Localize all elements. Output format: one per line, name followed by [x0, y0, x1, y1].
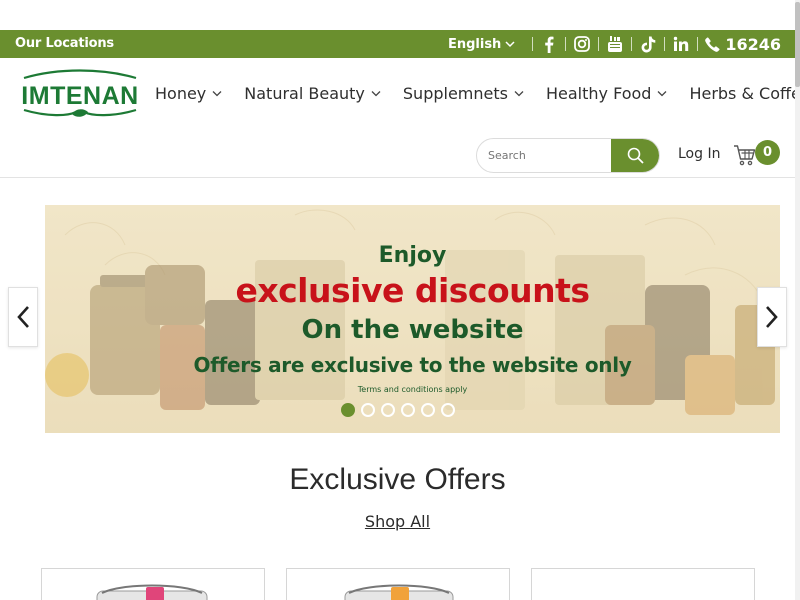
phone-number: 16246: [725, 34, 781, 54]
chevron-down-icon: [212, 91, 222, 97]
hero-line-offers: Offers are exclusive to the website only: [193, 353, 632, 377]
search-input[interactable]: [477, 139, 613, 172]
carousel-next-button[interactable]: [757, 287, 787, 347]
divider: [631, 37, 633, 51]
section-title: Exclusive Offers: [289, 463, 506, 496]
carousel-dot[interactable]: [381, 403, 395, 417]
tiktok-icon[interactable]: [639, 35, 657, 53]
chevron-down-icon: [657, 91, 667, 97]
hero-line-enjoy: Enjoy: [378, 243, 447, 268]
nav-item-honey[interactable]: Honey: [155, 84, 222, 103]
phone-icon: [705, 36, 720, 52]
chevron-left-icon: [17, 306, 29, 328]
linkedin-icon[interactable]: [672, 35, 690, 53]
instagram-icon[interactable]: [573, 35, 591, 53]
nav-item-label: Honey: [155, 84, 207, 103]
header-divider: [0, 177, 795, 178]
our-locations-link[interactable]: Our Locations: [15, 36, 114, 51]
language-label: English: [447, 36, 502, 52]
cart-count-badge: 0: [755, 140, 780, 165]
carousel-dot[interactable]: [401, 403, 415, 417]
carousel-prev-button[interactable]: [8, 287, 38, 347]
hero-line-discounts: exclusive discounts: [235, 271, 590, 310]
search-bar: [476, 138, 660, 173]
phone-link[interactable]: 16246: [705, 35, 781, 54]
top-bar-right: English 16246: [448, 30, 781, 58]
youtube-icon[interactable]: [606, 35, 624, 53]
carousel-dot[interactable]: [361, 403, 375, 417]
divider: [697, 37, 699, 51]
carousel-dot[interactable]: [441, 403, 455, 417]
hero-line-website: On the website: [301, 315, 524, 345]
product-card[interactable]: [531, 568, 755, 600]
cart-icon[interactable]: [733, 143, 757, 167]
nav-item-label: Natural Beauty: [244, 84, 365, 103]
divider: [565, 37, 567, 51]
nav-item-supplements[interactable]: Supplemnets: [403, 84, 524, 103]
nav-item-healthy-food[interactable]: Healthy Food: [546, 84, 667, 103]
page: Our Locations English 16246 IMTENAN Hone…: [0, 0, 800, 600]
carousel-dot[interactable]: [341, 403, 355, 417]
search-icon: [627, 147, 644, 164]
shop-all-link[interactable]: Shop All: [0, 512, 795, 531]
nav-item-label: Herbs & Coffee: [689, 84, 800, 103]
divider: [532, 37, 534, 51]
carousel-dots: [341, 403, 455, 417]
divider: [664, 37, 666, 51]
search-button[interactable]: [611, 139, 659, 172]
nav-item-label: Supplemnets: [402, 84, 508, 103]
scrollbar-thumb[interactable]: [795, 2, 800, 87]
product-card[interactable]: [286, 568, 510, 600]
language-selector[interactable]: English: [448, 37, 515, 52]
chevron-down-icon: [371, 91, 381, 97]
product-image: [96, 584, 208, 600]
hero-banner[interactable]: Enjoy exclusive discounts On the website…: [45, 205, 780, 433]
hero-line-terms: Terms and conditions apply: [357, 385, 468, 394]
main-nav: Honey Natural Beauty Supplemnets Healthy…: [155, 84, 800, 103]
nav-item-herbs-coffee[interactable]: Herbs & Coffee: [689, 84, 800, 103]
chevron-right-icon: [766, 306, 778, 328]
facebook-icon[interactable]: [540, 35, 558, 53]
product-card[interactable]: [41, 568, 265, 600]
chevron-down-icon: [505, 41, 515, 48]
nav-item-label: Healthy Food: [545, 84, 652, 103]
carousel-dot[interactable]: [421, 403, 435, 417]
logo-text: IMTENAN: [21, 82, 138, 110]
divider: [598, 37, 600, 51]
top-bar: Our Locations English 16246: [0, 30, 795, 58]
product-image: [344, 584, 454, 600]
login-link[interactable]: Log In: [678, 146, 720, 162]
nav-item-natural-beauty[interactable]: Natural Beauty: [244, 84, 381, 103]
chevron-down-icon: [514, 91, 524, 97]
imtenan-logo[interactable]: IMTENAN: [18, 68, 142, 120]
page-scrollbar[interactable]: [795, 0, 800, 600]
